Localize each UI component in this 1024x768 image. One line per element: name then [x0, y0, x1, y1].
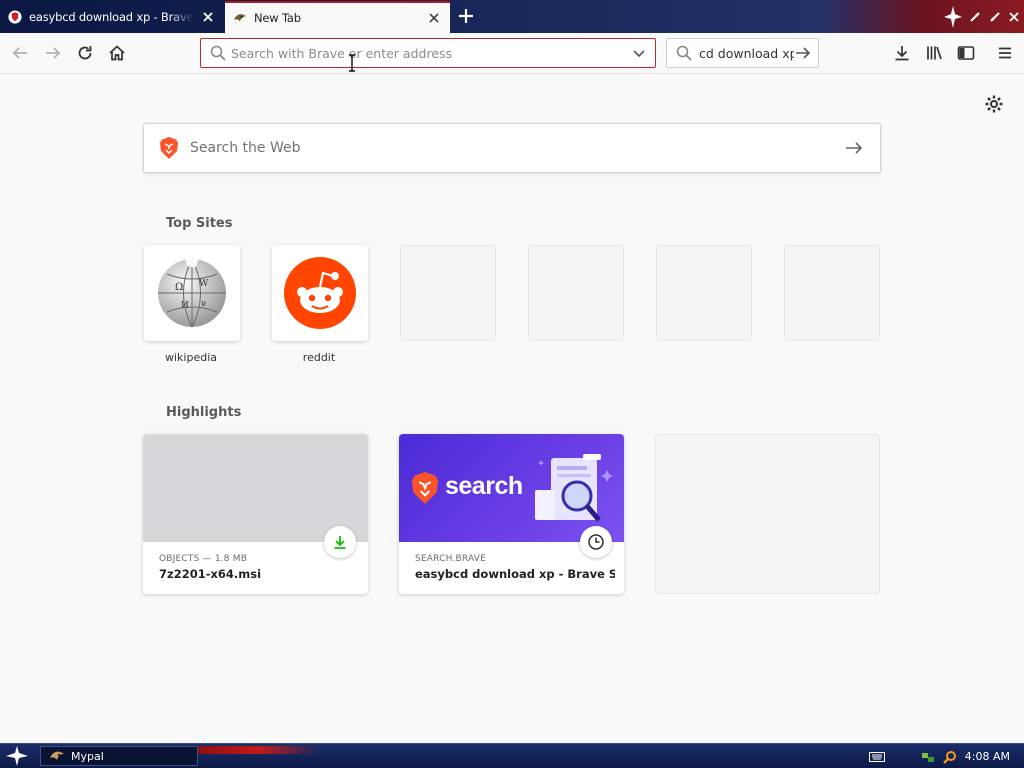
highlight-thumb-text: search [445, 472, 523, 500]
chevron-down-icon[interactable] [631, 45, 647, 61]
wikipedia-globe-icon: Ω W И ɐ [158, 258, 226, 328]
go-arrow-icon[interactable] [794, 44, 812, 62]
keyboard-icon[interactable] [868, 751, 885, 762]
forward-arrow-icon [46, 47, 61, 59]
download-icon [334, 536, 346, 549]
gear-icon[interactable] [984, 94, 1004, 114]
highlights-heading: Highlights [166, 405, 242, 420]
web-search-box[interactable]: Search the Web [143, 123, 881, 173]
mypal-app-icon [50, 751, 64, 760]
search-bar-value[interactable]: cd download xp [699, 46, 794, 61]
tab-easybcd-search[interactable]: easybcd download xp - Brave Sea [0, 1, 224, 33]
top-site-label: reddit [302, 351, 336, 364]
taskbar-app-mypal[interactable]: Mypal [40, 746, 198, 766]
web-search-placeholder: Search the Web [190, 140, 301, 156]
highlight-card-download[interactable]: OBJECTS — 1.8 MB 7z2201-x64.msi [143, 434, 368, 594]
brave-lion-icon [411, 472, 439, 504]
tab-bar: easybcd download xp - Brave Sea New Tab [0, 0, 1024, 33]
highlight-meta: OBJECTS — 1.8 MB [159, 554, 248, 564]
tab-title: easybcd download xp - Brave Sea [29, 10, 194, 24]
download-icon [895, 46, 909, 61]
close-window-icon[interactable] [1008, 11, 1020, 23]
brave-lion-icon [160, 137, 178, 159]
address-bar[interactable] [200, 38, 656, 68]
address-input[interactable] [231, 45, 631, 61]
minimize-icon[interactable] [969, 11, 981, 23]
forward-button[interactable] [41, 41, 65, 65]
back-button[interactable] [8, 41, 32, 65]
search-illustration-icon [535, 454, 613, 522]
taskbar-decoration [198, 746, 318, 754]
sidebar-button[interactable] [954, 41, 978, 65]
mypal-favicon-icon [233, 14, 247, 22]
brave-favicon-icon [8, 10, 22, 24]
os-taskbar: Mypal 4:08 AM [0, 743, 1024, 768]
top-site-empty-slot [656, 245, 752, 341]
home-button[interactable] [105, 41, 129, 65]
new-tab-page: Search the Web Top Sites Ω W И ɐ wikiped… [0, 75, 1024, 743]
search-icon [210, 45, 226, 61]
system-clock: 4:08 AM [964, 750, 1010, 763]
search-tray-icon[interactable] [942, 750, 957, 764]
clock-badge [580, 526, 612, 558]
top-site-reddit[interactable] [272, 245, 368, 341]
close-tab-icon[interactable] [200, 9, 216, 25]
start-button-star-icon[interactable] [6, 746, 28, 766]
highlight-title: easybcd download xp - Brave Se... [415, 567, 615, 581]
clock-icon [588, 534, 604, 550]
reload-icon [78, 46, 92, 60]
top-sites-heading: Top Sites [166, 216, 233, 231]
search-icon [676, 45, 692, 61]
top-site-wikipedia[interactable]: Ω W И ɐ [144, 245, 240, 341]
sidebar-icon [957, 46, 975, 60]
svg-text:W: W [199, 279, 209, 289]
search-bar[interactable]: cd download xp [666, 38, 819, 68]
close-tab-icon[interactable] [426, 10, 442, 26]
svg-text:ɐ: ɐ [201, 299, 206, 308]
text-cursor-icon [349, 54, 355, 72]
taskbar-app-label: Mypal [71, 749, 104, 763]
tab-new-tab[interactable]: New Tab [225, 1, 450, 33]
maximize-icon[interactable] [989, 11, 1001, 23]
highlight-meta: SEARCH.BRAVE [415, 554, 487, 564]
svg-text:Ω: Ω [175, 282, 183, 293]
menu-button[interactable] [993, 41, 1017, 65]
new-tab-plus-icon[interactable] [456, 6, 476, 26]
network-icon[interactable] [921, 750, 935, 764]
tab-title: New Tab [254, 11, 301, 25]
back-arrow-icon [12, 47, 27, 59]
hamburger-menu-icon [999, 47, 1011, 59]
svg-text:И: И [181, 301, 189, 311]
download-badge [324, 526, 356, 558]
downloads-button[interactable] [890, 41, 914, 65]
home-icon [109, 45, 125, 61]
top-site-empty-slot [784, 245, 880, 341]
library-button[interactable] [922, 41, 946, 65]
highlight-title: 7z2201-x64.msi [159, 567, 262, 581]
search-submit-arrow-icon[interactable] [844, 138, 864, 158]
top-site-empty-slot [528, 245, 624, 341]
highlight-card-brave-search[interactable]: search SEARCH.BRAVE easybcd download xp … [399, 434, 624, 594]
system-tray: 4:08 AM [868, 744, 1024, 768]
library-icon [927, 46, 942, 60]
reddit-alien-icon [284, 257, 356, 329]
reload-button[interactable] [73, 41, 97, 65]
window-controls [940, 0, 1024, 33]
top-site-label: wikipedia [164, 351, 217, 364]
star-logo-icon [943, 5, 962, 28]
top-site-empty-slot [400, 245, 496, 341]
highlight-empty-slot [655, 434, 880, 594]
navigation-toolbar: cd download xp [0, 33, 1024, 74]
